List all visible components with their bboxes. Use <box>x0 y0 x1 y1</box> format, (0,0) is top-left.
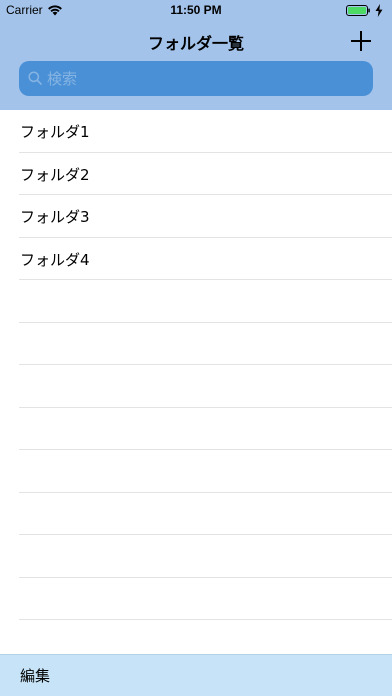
empty-row <box>0 280 392 323</box>
folder-label: フォルダ2 <box>20 165 90 184</box>
folder-row[interactable]: フォルダ4 <box>0 238 392 281</box>
folder-row[interactable]: フォルダ2 <box>0 153 392 196</box>
bottom-toolbar: 編集 <box>0 654 392 696</box>
search-bar[interactable] <box>19 61 373 96</box>
folder-label: フォルダ3 <box>20 208 90 226</box>
page-title: フォルダ一覧 <box>147 34 244 53</box>
empty-row <box>0 408 392 451</box>
header: Carrier 11:50 PM フォルダ一覧 <box>0 0 392 110</box>
empty-row <box>0 493 392 536</box>
search-icon <box>28 71 42 85</box>
status-bar: Carrier 11:50 PM <box>0 0 392 22</box>
folder-list: フォルダ1 フォルダ2 フォルダ3 フォルダ4 <box>0 110 392 654</box>
empty-row <box>0 450 392 493</box>
empty-row <box>0 365 392 408</box>
charging-bolt-icon <box>375 4 383 17</box>
battery-icon <box>346 5 370 16</box>
folder-row[interactable]: フォルダ1 <box>0 110 392 153</box>
screen: Carrier 11:50 PM フォルダ一覧 検索 フォルダ1 フォルダ2 フ… <box>0 0 392 696</box>
empty-row <box>0 323 392 366</box>
add-folder-button[interactable] <box>348 28 374 54</box>
folder-label: フォルダ1 <box>20 123 90 141</box>
edit-button[interactable]: 編集 <box>20 665 50 686</box>
status-time: 11:50 PM <box>170 3 222 17</box>
folder-row[interactable]: フォルダ3 <box>0 195 392 238</box>
folder-label: フォルダ4 <box>20 250 90 269</box>
empty-row <box>0 535 392 578</box>
empty-row <box>0 578 392 621</box>
search-input[interactable] <box>47 61 367 96</box>
